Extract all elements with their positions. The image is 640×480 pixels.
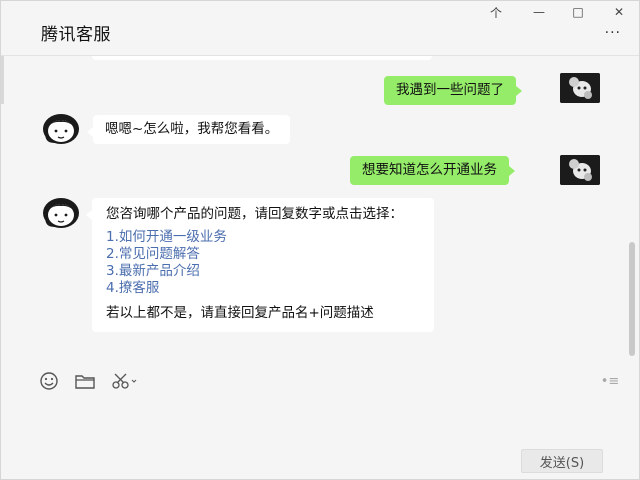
minimize-button[interactable]: — bbox=[530, 3, 548, 21]
emoji-icon[interactable] bbox=[38, 372, 60, 390]
previous-message-fragment bbox=[92, 56, 432, 60]
agent-avatar[interactable] bbox=[39, 112, 83, 148]
folder-icon[interactable] bbox=[74, 372, 96, 390]
agent-avatar[interactable] bbox=[39, 196, 83, 232]
menu-footer-text: 若以上都不是，请直接回复产品名+问题描述 bbox=[106, 305, 420, 322]
user-message: 想要知道怎么开通业务 bbox=[350, 156, 509, 185]
agent-message: 嗯嗯~怎么啦，我帮您看看。 bbox=[93, 115, 290, 144]
title-bar: 腾讯客服 个 — □ ✕ ··· bbox=[1, 1, 639, 56]
chat-window: 腾讯客服 个 — □ ✕ ··· 我遇到一些问题了 bbox=[0, 0, 640, 480]
menu-option[interactable]: 3.最新产品介绍 bbox=[106, 263, 422, 280]
input-toolbar: •≡ bbox=[1, 362, 639, 402]
more-options-icon[interactable]: ··· bbox=[605, 25, 621, 41]
menu-option[interactable]: 4.撩客服 bbox=[106, 280, 422, 297]
maximize-button[interactable]: □ bbox=[569, 3, 587, 21]
user-avatar[interactable] bbox=[560, 155, 600, 185]
menu-option[interactable]: 1.如何开通一级业务 bbox=[106, 229, 422, 246]
left-edge-marker bbox=[1, 56, 4, 104]
scissors-icon[interactable] bbox=[111, 372, 141, 390]
menu-option[interactable]: 2.常见问题解答 bbox=[106, 246, 422, 263]
window-title: 腾讯客服 bbox=[41, 20, 111, 45]
send-button[interactable]: 发送(S) bbox=[521, 449, 603, 473]
scrollbar-thumb[interactable] bbox=[629, 242, 635, 356]
menu-intro-text: 您咨询哪个产品的问题，请回复数字或点击选择： bbox=[106, 206, 420, 223]
user-message: 我遇到一些问题了 bbox=[384, 76, 516, 105]
user-avatar[interactable] bbox=[560, 73, 600, 103]
message-list[interactable]: 我遇到一些问题了 嗯嗯~怎么啦，我帮您看看。 bbox=[1, 56, 639, 361]
close-button[interactable]: ✕ bbox=[610, 3, 628, 21]
history-icon[interactable]: •≡ bbox=[597, 372, 623, 390]
pin-icon[interactable]: 个 bbox=[487, 3, 505, 21]
agent-menu-message: 您咨询哪个产品的问题，请回复数字或点击选择： 1.如何开通一级业务 2.常见问题… bbox=[92, 198, 434, 332]
